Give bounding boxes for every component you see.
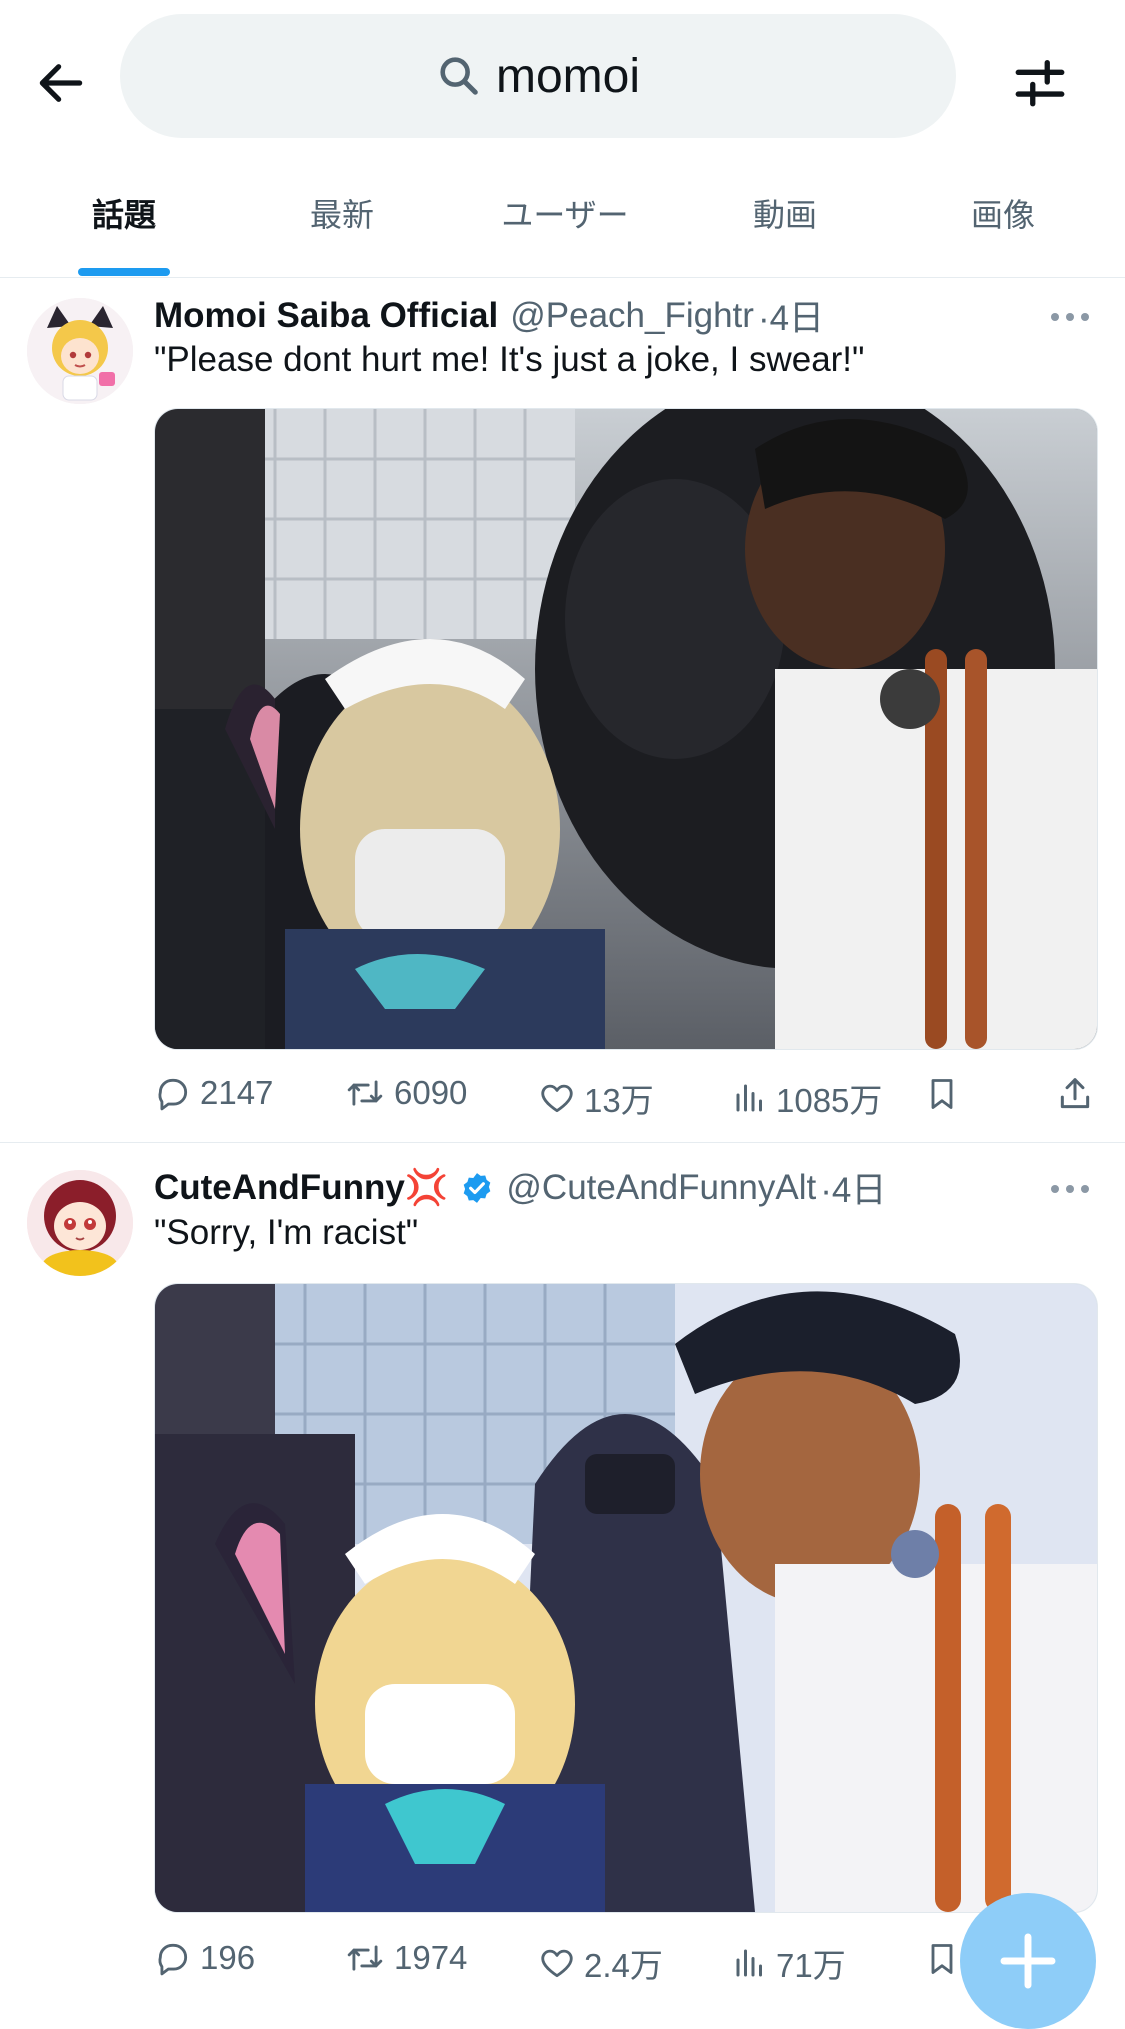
- view-count: 71万: [776, 1947, 846, 1984]
- like-icon: [541, 1949, 573, 1978]
- post-media-photo[interactable]: [154, 1283, 1098, 1913]
- like-button[interactable]: 2.4万: [538, 1939, 663, 1987]
- avatar[interactable]: [27, 298, 133, 404]
- bookmark-button[interactable]: [924, 1074, 960, 1114]
- compose-icon: [1000, 1933, 1056, 1989]
- views-button[interactable]: 1085万: [732, 1074, 882, 1122]
- tab-latest[interactable]: 最新: [282, 190, 402, 250]
- back-button[interactable]: [30, 52, 92, 114]
- bookmark-button[interactable]: [924, 1939, 960, 1979]
- search-filter-button[interactable]: [1008, 50, 1072, 114]
- repost-button[interactable]: 6090: [344, 1074, 467, 1112]
- like-button[interactable]: 13万: [538, 1074, 654, 1122]
- repost-button[interactable]: 1974: [344, 1939, 467, 1977]
- more-icon: [1051, 313, 1089, 321]
- bookmark-icon: [931, 1944, 953, 1974]
- anger-emoji: 💢: [404, 1168, 449, 1207]
- repost-icon: [347, 1945, 383, 1971]
- tab-users[interactable]: ユーザー: [480, 190, 650, 250]
- compose-post-button[interactable]: [960, 1893, 1096, 2029]
- reply-button[interactable]: 196: [154, 1939, 255, 1977]
- tab-images[interactable]: 画像: [943, 190, 1063, 250]
- post-header: CuteAndFunny💢 @CuteAndFunnyAlt ·4日: [154, 1162, 886, 1213]
- repost-count: 6090: [394, 1074, 468, 1111]
- avatar[interactable]: [27, 1170, 133, 1276]
- post-time[interactable]: ·4日: [758, 290, 824, 341]
- user-handle[interactable]: @Peach_Fightr: [510, 296, 754, 336]
- avatar-image: [27, 1170, 133, 1276]
- more-options-button[interactable]: [1046, 1174, 1094, 1204]
- repost-count: 1974: [394, 1939, 468, 1976]
- reply-count: 2147: [200, 1074, 274, 1111]
- post-card[interactable]: Momoi Saiba Official @Peach_Fightr ·4日 "…: [0, 278, 1125, 1142]
- top-bar: momoi 話題 最新 ユーザー 動画 画像: [0, 0, 1125, 278]
- like-count: 2.4万: [584, 1947, 663, 1984]
- avatar-image: [27, 298, 133, 404]
- more-icon: [1051, 1185, 1089, 1193]
- reply-button[interactable]: 2147: [154, 1074, 273, 1112]
- illustration-image: [155, 1284, 1097, 1912]
- search-query: momoi: [495, 49, 641, 103]
- search-tabs: 話題 最新 ユーザー 動画 画像: [0, 170, 1125, 278]
- post-media-photo[interactable]: [154, 408, 1098, 1050]
- verified-badge-icon: [464, 1172, 491, 1203]
- repost-icon: [347, 1080, 383, 1106]
- filter-icon: [1015, 60, 1065, 107]
- display-name[interactable]: Momoi Saiba Official: [154, 296, 498, 336]
- views-icon: [736, 1084, 762, 1112]
- bookmark-icon: [931, 1079, 953, 1109]
- like-icon: [541, 1084, 573, 1113]
- views-icon: [736, 1949, 762, 1977]
- post-card[interactable]: CuteAndFunny💢 @CuteAndFunnyAlt ·4日 "Sorr…: [0, 1143, 1125, 2008]
- tab-videos[interactable]: 動画: [725, 190, 845, 250]
- view-count: 1085万: [776, 1082, 883, 1119]
- share-icon: [1060, 1078, 1090, 1109]
- more-options-button[interactable]: [1046, 302, 1094, 332]
- post-header: Momoi Saiba Official @Peach_Fightr ·4日: [154, 290, 824, 341]
- reply-count: 196: [200, 1939, 256, 1976]
- back-arrow-icon: [39, 64, 83, 102]
- reply-icon: [158, 1943, 188, 1976]
- views-button[interactable]: 71万: [732, 1939, 846, 1987]
- post-text: "Sorry, I'm racist": [154, 1213, 419, 1252]
- post-time[interactable]: ·4日: [820, 1162, 886, 1213]
- active-tab-indicator: [78, 268, 170, 276]
- user-handle[interactable]: @CuteAndFunnyAlt: [506, 1168, 816, 1208]
- search-input[interactable]: momoi: [120, 14, 956, 138]
- post-actions: 2147 6090 13万 1085万: [154, 1074, 1104, 1128]
- reply-icon: [158, 1078, 188, 1111]
- tab-top[interactable]: 話題: [64, 190, 184, 250]
- display-name[interactable]: CuteAndFunny💢: [154, 1167, 448, 1208]
- photo-image: [155, 409, 1097, 1049]
- post-text: "Please dont hurt me! It's just a joke, …: [154, 340, 865, 379]
- search-icon: [440, 57, 478, 95]
- share-button[interactable]: [1056, 1074, 1094, 1114]
- like-count: 13万: [584, 1082, 654, 1119]
